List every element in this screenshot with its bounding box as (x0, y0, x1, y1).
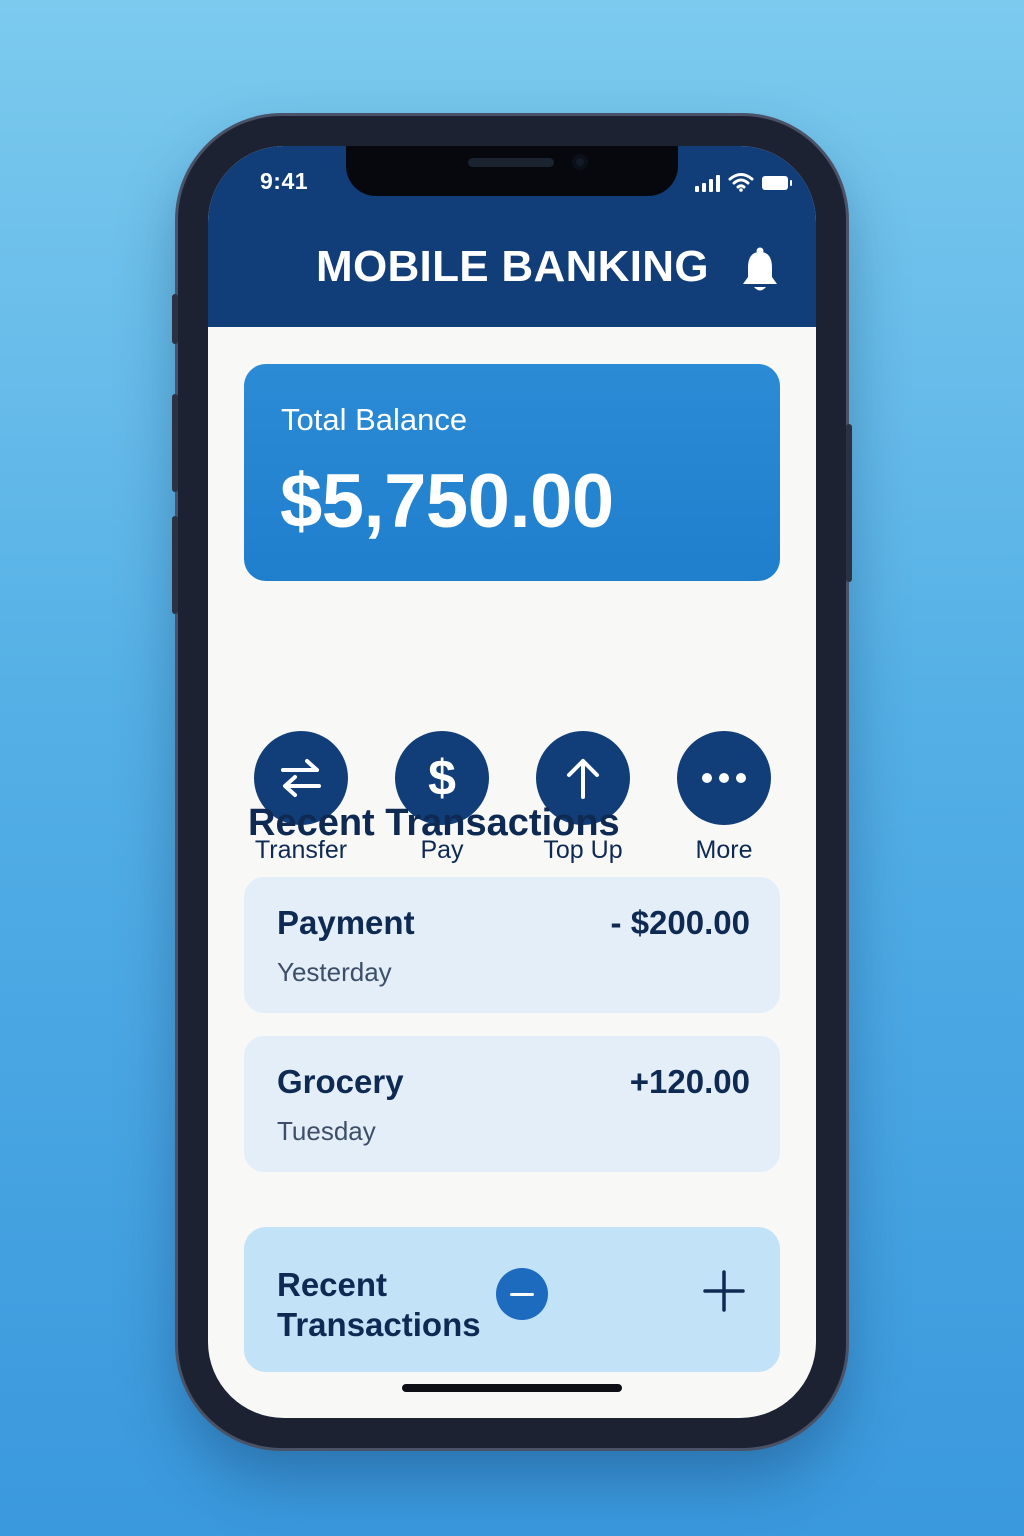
volume-up-button (172, 394, 178, 492)
transaction-date: Tuesday (277, 1116, 376, 1146)
more-label: More (695, 836, 753, 864)
power-button (846, 424, 852, 582)
front-camera (572, 154, 588, 170)
transaction-amount: +120.00 (629, 1063, 750, 1100)
home-indicator[interactable] (402, 1384, 622, 1392)
status-icons (695, 172, 792, 192)
transaction-item[interactable]: Payment Yesterday - $200.00 (244, 877, 780, 1013)
arrow-up-icon (567, 759, 599, 799)
signal-icon (695, 174, 720, 192)
transaction-date: Yesterday (277, 957, 392, 987)
app-title: MOBILE BANKING (316, 242, 709, 291)
transaction-name: Grocery (277, 1063, 404, 1100)
bell-icon[interactable] (740, 246, 780, 294)
balance-amount: $5,750.00 (280, 459, 614, 544)
minus-icon[interactable] (496, 1268, 548, 1320)
battery-icon (762, 176, 792, 190)
transaction-amount: - $200.00 (610, 904, 750, 941)
status-time: 9:41 (260, 168, 309, 194)
recent-transactions-bar[interactable]: Recent Transactions (244, 1227, 780, 1372)
phone-screen: 9:41 MOBILE BANKING Total Balance $5,750… (208, 146, 816, 1418)
balance-card[interactable]: Total Balance $5,750.00 (244, 364, 780, 581)
transfer-arrows-icon (281, 759, 321, 797)
silent-switch (172, 294, 178, 344)
notch (346, 146, 678, 196)
more-action[interactable]: More (664, 731, 784, 865)
plus-icon[interactable] (700, 1267, 748, 1315)
volume-down-button (172, 516, 178, 614)
app-header: 9:41 MOBILE BANKING (208, 146, 816, 327)
wifi-icon (728, 173, 754, 192)
balance-label: Total Balance (281, 402, 468, 437)
transaction-item[interactable]: Grocery Tuesday +120.00 (244, 1036, 780, 1172)
phone-frame: 9:41 MOBILE BANKING Total Balance $5,750… (172, 116, 852, 1448)
more-dots-icon (702, 773, 746, 783)
speaker (468, 158, 554, 167)
transaction-name: Payment (277, 904, 415, 941)
recent-transactions-bar-label: Recent Transactions (277, 1266, 481, 1343)
more-button[interactable] (677, 731, 771, 825)
dollar-icon: $ (428, 750, 456, 806)
recent-transactions-title: Recent Transactions (248, 802, 620, 844)
